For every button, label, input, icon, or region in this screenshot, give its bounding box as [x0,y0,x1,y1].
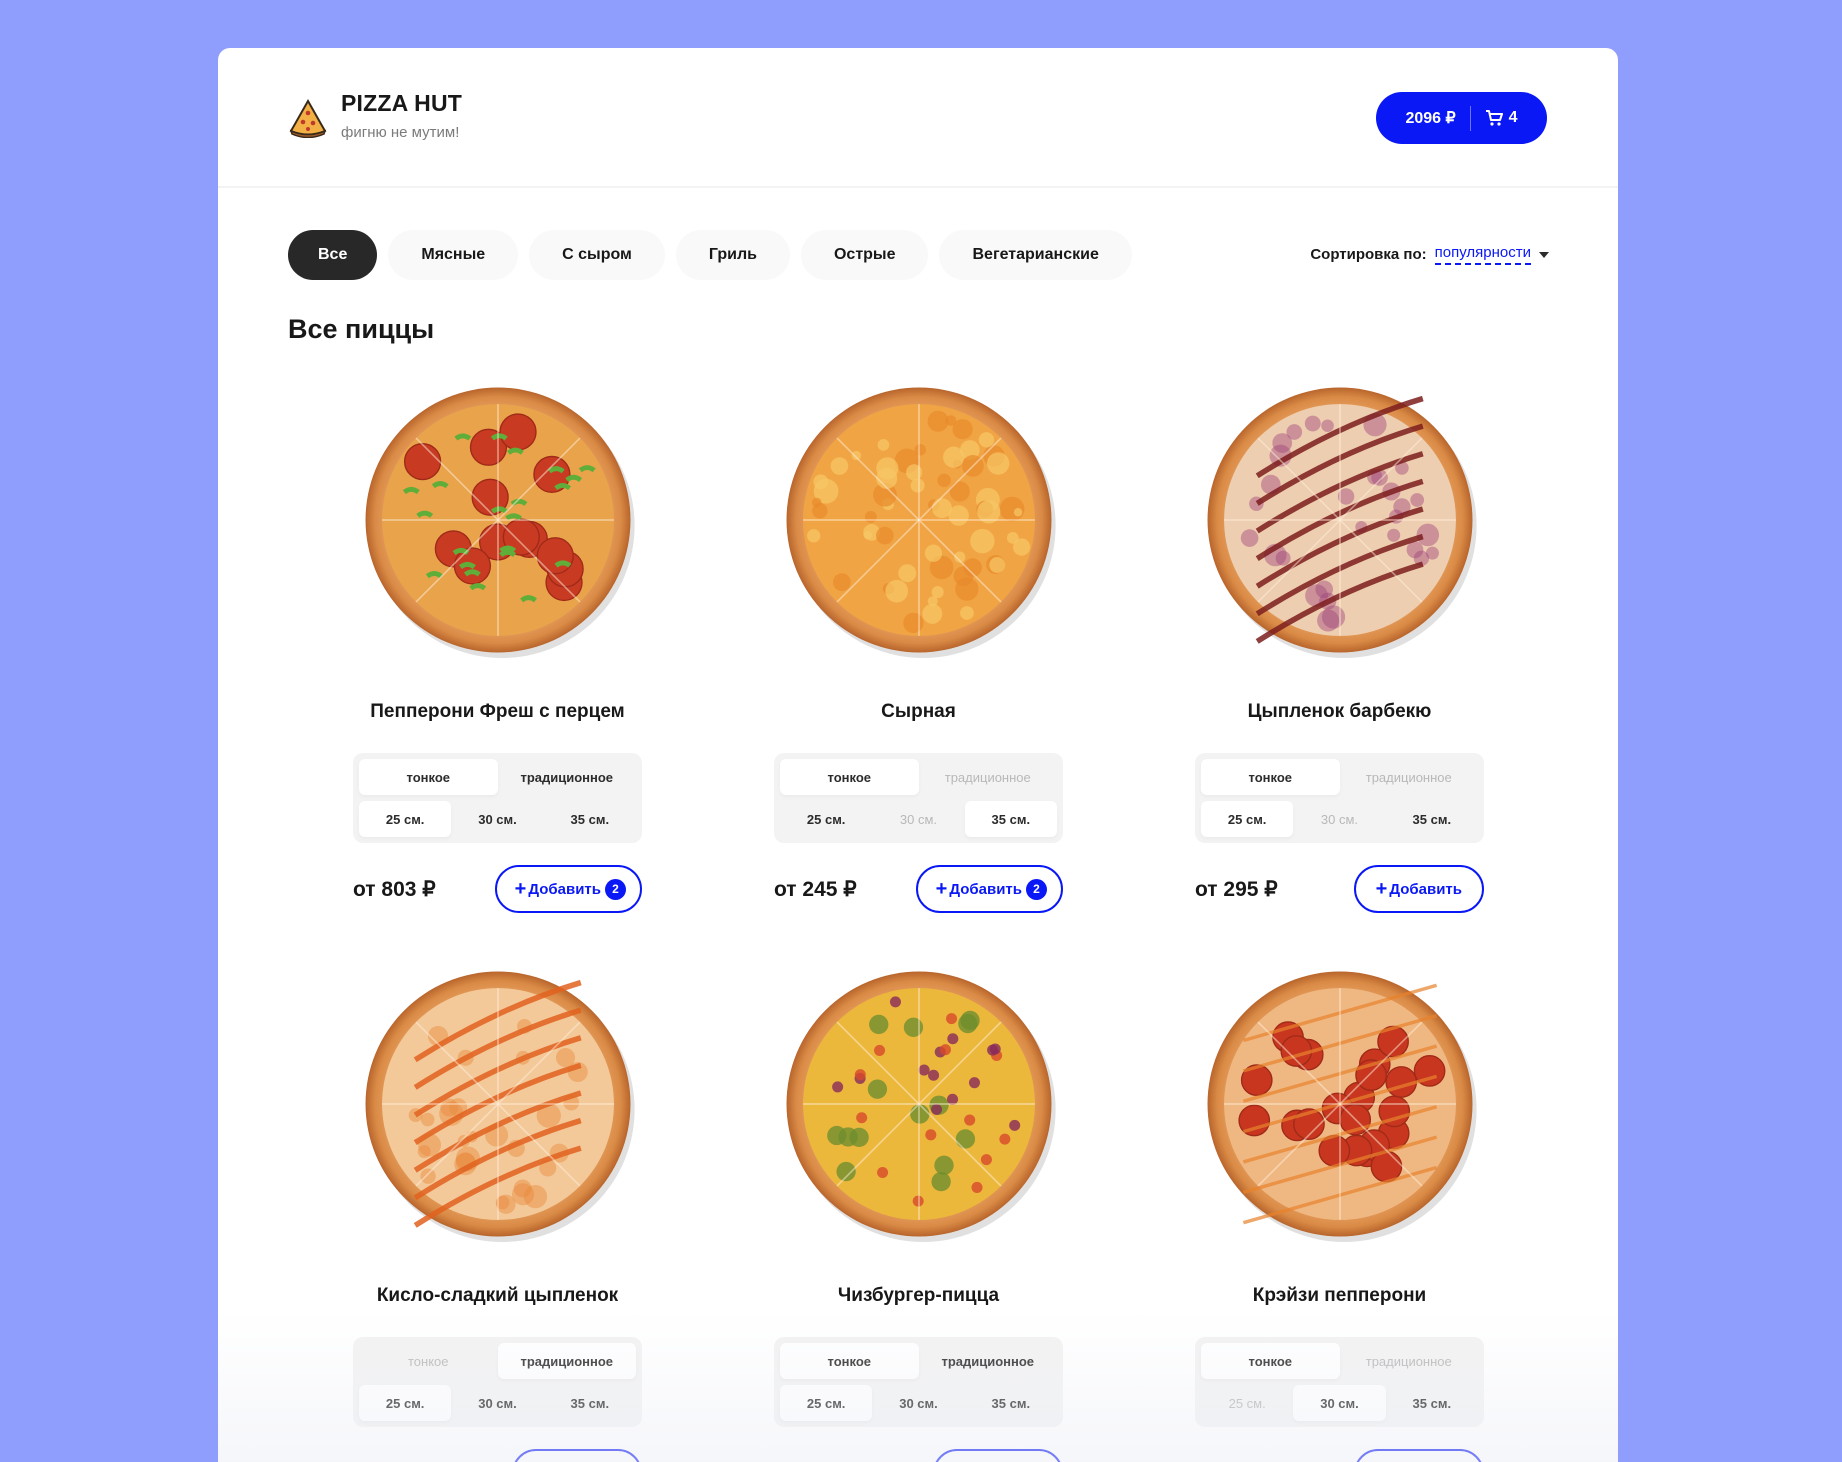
pizza-card: Пепперони Фреш с перцем тонкое традиционн… [287,382,708,920]
pizza-price: от 245 ₽ [774,877,857,901]
size-option[interactable]: 25 см. [1201,1385,1293,1421]
size-option[interactable]: 30 см. [872,801,964,837]
size-option[interactable]: 25 см. [359,801,452,837]
dough-option[interactable]: тонкое [780,759,919,795]
size-option[interactable]: 35 см. [544,801,636,837]
count-badge: 2 [605,878,626,900]
dough-option[interactable]: традиционное [498,759,637,795]
brand-tagline: фигню не мутим! [341,124,460,141]
category-0[interactable]: Все [288,230,378,280]
pizza-name: Чизбургер-пицца [837,1285,1000,1306]
add-to-cart-button[interactable]: + Добавить 2 [915,865,1063,913]
add-label: Добавить [949,880,1022,898]
add-to-cart-button[interactable]: +Добавить [511,1449,642,1462]
category-2[interactable]: С сыром [529,230,665,280]
pizza-image[interactable] [360,966,636,1242]
add-to-cart-button[interactable]: +Добавить [1353,1449,1484,1462]
dough-option[interactable]: традиционное [919,759,1058,795]
pizza-card: Крэйзи пепперони тонкое традиционное 25 см… [1129,966,1550,1462]
size-option[interactable]: 30 см. [872,1385,964,1421]
size-option[interactable]: 30 см. [451,1385,543,1421]
dough-option[interactable]: традиционное [1340,759,1479,795]
pepperoni [498,413,537,451]
plus-icon: + [514,877,527,900]
main-card: PIZZA HUT фигню не мутим! 2096 ₽ 4 Все Мя… [218,48,1618,1462]
pizza-price: от 295 ₽ [1195,877,1278,901]
pizza-name: Цыпленок барбекю [1247,701,1432,722]
sort-value[interactable]: популярности [1434,244,1531,265]
size-option[interactable]: 35 см. [964,801,1057,837]
pizza-price: от 803 ₽ [353,877,436,901]
pizza-image[interactable] [360,382,636,658]
add-to-cart-button[interactable]: + Добавить 2 [494,865,642,913]
add-label: Добавить [528,880,601,898]
category-list: Все Мясные С сыром Гриль Острые Вегетариански… [288,230,1132,280]
pizza-grid: Пепперони Фреш с перцем тонкое традиционн… [287,382,1550,1462]
size-option[interactable]: 25 см. [780,801,872,837]
category-1[interactable]: Мясные [388,230,519,280]
pizza-name: Сырная [881,701,956,722]
section-title: Все пиццы [288,314,435,344]
pizza-options: тонкое традиционное 25 см. 30 см. 35 см. [774,1337,1063,1427]
pizza-image[interactable] [1202,966,1478,1242]
pizza-image[interactable] [1202,382,1478,658]
pizza-image[interactable] [781,382,1057,658]
size-option[interactable]: 35 см. [1386,801,1478,837]
cart-total: 2096 ₽ [1405,110,1456,127]
divider [1469,105,1471,131]
caret-down-icon[interactable] [1539,251,1549,258]
pizza-card: Сырная тонкое традиционное 25 см. 30 см. 35 … [708,382,1129,920]
pepperoni [536,537,574,575]
pizza-options: тонкое традиционное 25 см. 30 см. 35 см. [1195,1337,1484,1427]
add-label: Добавить [1389,880,1462,898]
plus-icon: + [1375,877,1388,900]
pizza-options: тонкое традиционное 25 см. 30 см. 35 см. [1195,753,1484,843]
pizza-options: тонкое традиционное 25 см. 30 см. 35 см. [353,1337,642,1427]
pizza-options: тонкое традиционное 25 см. 30 см. 35 см. [353,753,642,843]
cart-icon [1485,110,1503,126]
pizza-logo-icon [289,98,327,138]
pizza-name: Пепперони Фреш с перцем [370,701,625,722]
dough-option[interactable]: тонкое [1201,1343,1340,1379]
brand[interactable]: PIZZA HUT фигню не мутим! [341,90,462,141]
size-option[interactable]: 35 см. [1386,1385,1478,1421]
count-badge: 2 [1026,878,1047,900]
pizza-name: Крэйзи пепперони [1252,1285,1427,1306]
pepperoni [403,442,441,481]
size-option[interactable]: 30 см. [1293,801,1385,837]
sort-control[interactable]: Сортировка по: популярности [1310,244,1549,265]
size-option[interactable]: 35 см. [965,1385,1057,1421]
pizza-card: Кисло-сладкий цыпленок тонкое традиционно… [287,966,708,1462]
category-5[interactable]: Вегетарианские [939,230,1132,280]
cart-button[interactable]: 2096 ₽ 4 [1376,92,1547,144]
add-to-cart-button[interactable]: +Добавить [932,1449,1063,1462]
brand-name: PIZZA HUT [341,90,463,116]
add-to-cart-button[interactable]: +Добавить [1353,865,1484,913]
size-option[interactable]: 35 см. [544,1385,636,1421]
category-3[interactable]: Гриль [675,230,790,280]
pizza-options: тонкое традиционное 25 см. 30 см. 35 см. [774,753,1063,843]
dough-option[interactable]: тонкое [359,1343,498,1379]
category-4[interactable]: Острые [800,230,929,280]
pizza-card: Цыпленок барбекю тонкое традиционное 25 см… [1129,382,1550,920]
dough-option[interactable]: тонкое [359,759,498,795]
dough-option[interactable]: традиционное [1340,1343,1479,1379]
dough-option[interactable]: тонкое [780,1343,919,1379]
plus-icon: + [935,877,948,900]
size-option[interactable]: 30 см. [1293,1385,1386,1421]
header: PIZZA HUT фигню не мутим! 2096 ₽ 4 [218,48,1618,188]
dough-option[interactable]: традиционное [919,1343,1058,1379]
dough-option[interactable]: тонкое [1201,759,1340,795]
size-option[interactable]: 25 см. [780,1385,873,1421]
size-option[interactable]: 30 см. [451,801,543,837]
pizza-image[interactable] [781,966,1057,1242]
cart-count: 4 [1508,109,1518,126]
size-option[interactable]: 25 см. [1201,801,1294,837]
pizza-name: Кисло-сладкий цыпленок [376,1285,619,1306]
pizza-card: Чизбургер-пицца тонкое традиционное 25 см.… [708,966,1129,1462]
dough-option[interactable]: традиционное [497,1343,636,1379]
sort-label: Сортировка по: [1310,246,1427,263]
size-option[interactable]: 25 см. [359,1385,452,1421]
